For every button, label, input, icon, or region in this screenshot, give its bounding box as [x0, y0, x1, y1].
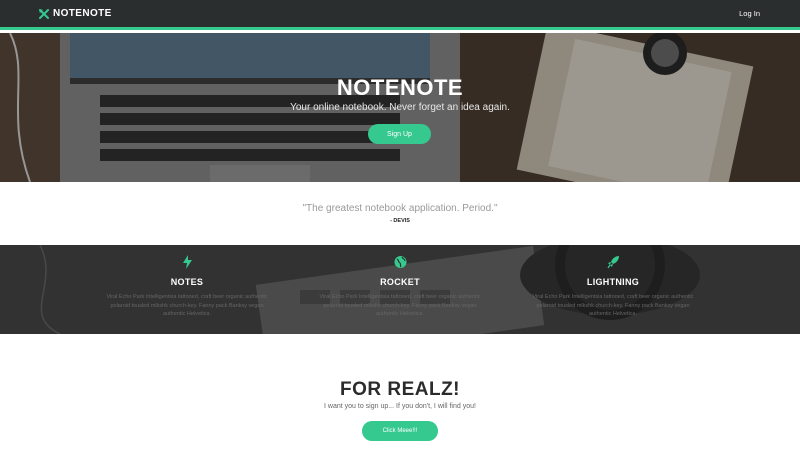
hero-title: NOTENOTE — [336, 75, 464, 100]
feature-description: Viral Echo Park Intelligentsia tattooed,… — [106, 294, 268, 317]
signup-button[interactable]: Sign Up — [368, 124, 431, 144]
feature-lightning: LIGHTNING Viral Echo Park Intelligentsia… — [523, 255, 703, 319]
feature-rocket: ROCKET Viral Echo Park Intelligentsia ta… — [310, 255, 490, 319]
testimonial-section: "The greatest notebook application. Peri… — [0, 182, 800, 245]
feature-description: Viral Echo Park Intelligentsia tattooed,… — [532, 294, 694, 317]
feature-title: LIGHTNING — [586, 277, 640, 287]
brand-logo-link[interactable]: NOTENOTE — [39, 8, 112, 19]
hero-section: NOTENOTE Your online notebook. Never for… — [0, 33, 800, 182]
hero-subtitle: Your online notebook. Never forget an id… — [290, 102, 510, 113]
feature-description: Viral Echo Park Intelligentsia tattooed,… — [319, 294, 481, 317]
features-section: NOTES Viral Echo Park Intelligentsia tat… — [0, 245, 800, 334]
testimonial-quote: "The greatest notebook application. Peri… — [302, 203, 498, 214]
top-navbar: NOTENOTE Log In — [0, 0, 800, 30]
login-link[interactable]: Log In — [739, 9, 760, 18]
cta-subtitle: I want you to sign up... If you don't, I… — [324, 403, 476, 410]
cta-title: FOR REALZ! — [339, 379, 461, 400]
feature-title: NOTES — [170, 277, 204, 287]
brand-name: NOTENOTE — [53, 8, 112, 19]
pen-ruler-icon — [39, 8, 49, 19]
feature-title: ROCKET — [380, 277, 420, 287]
lightning-icon — [182, 255, 192, 269]
testimonial-author: - DEVIS — [390, 218, 410, 224]
rocket-icon — [607, 256, 619, 269]
cta-button[interactable]: Click Meee!!! — [362, 421, 438, 441]
globe-icon — [394, 256, 406, 268]
feature-notes: NOTES Viral Echo Park Intelligentsia tat… — [97, 255, 277, 319]
cta-section: FOR REALZ! I want you to sign up... If y… — [0, 334, 800, 450]
